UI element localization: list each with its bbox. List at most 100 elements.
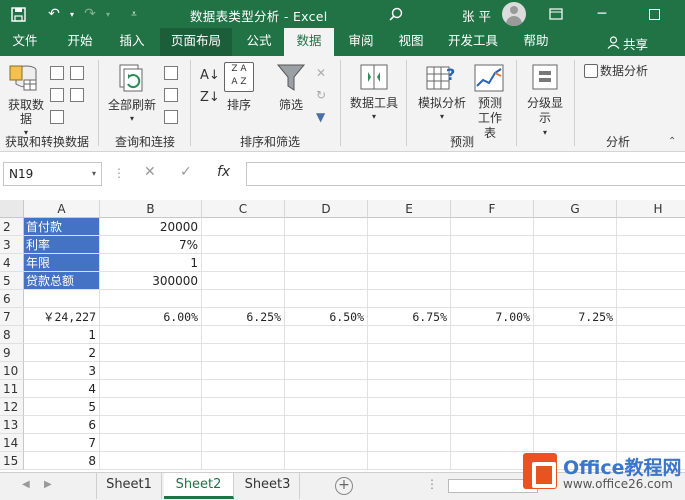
cell-d6[interactable] <box>285 290 368 308</box>
cell-d2[interactable] <box>285 218 368 236</box>
existing-connections-icon[interactable] <box>70 88 84 102</box>
whatif-analysis-icon[interactable]: ? <box>426 64 456 92</box>
cell-d15[interactable] <box>285 452 368 470</box>
select-all-corner[interactable] <box>0 200 24 218</box>
cell-d13[interactable] <box>285 416 368 434</box>
cell-g3[interactable] <box>534 236 617 254</box>
cell-c13[interactable] <box>202 416 285 434</box>
data-analysis-button[interactable]: 数据分析 <box>600 64 662 78</box>
row-header[interactable]: 11 <box>0 380 24 398</box>
cell-a10[interactable]: 3 <box>24 362 100 380</box>
tab-split-handle-icon[interactable]: ⋮ <box>426 477 438 491</box>
cell-a8[interactable]: 1 <box>24 326 100 344</box>
cell-b14[interactable] <box>100 434 202 452</box>
row-header[interactable]: 12 <box>0 398 24 416</box>
cell-f13[interactable] <box>451 416 534 434</box>
row-header[interactable]: 7 <box>0 308 24 326</box>
sheet-tab-sheet1[interactable]: Sheet1 <box>96 473 162 499</box>
sheet-tab-sheet3[interactable]: Sheet3 <box>236 473 300 499</box>
cell-e8[interactable] <box>368 326 451 344</box>
search-icon[interactable] <box>386 4 406 24</box>
cell-b2[interactable]: 20000 <box>100 218 202 236</box>
cell-a15[interactable]: 8 <box>24 452 100 470</box>
cell-d7[interactable]: 6.50% <box>285 308 368 326</box>
sheet-tab-sheet2[interactable]: Sheet2 <box>164 473 234 499</box>
cell-b4[interactable]: 1 <box>100 254 202 272</box>
from-table-icon[interactable] <box>50 110 64 124</box>
undo-icon[interactable]: ↶ <box>44 4 64 24</box>
cell-g14[interactable] <box>534 434 617 452</box>
cell-h7[interactable] <box>617 308 685 326</box>
cell-g5[interactable] <box>534 272 617 290</box>
cell-h10[interactable] <box>617 362 685 380</box>
cell-g9[interactable] <box>534 344 617 362</box>
cell-h14[interactable] <box>617 434 685 452</box>
tab-data[interactable]: 数据 <box>284 28 334 56</box>
cell-e14[interactable] <box>368 434 451 452</box>
cancel-icon[interactable]: ✕ <box>144 164 156 180</box>
cell-e6[interactable] <box>368 290 451 308</box>
column-header-e[interactable]: E <box>368 200 451 218</box>
tab-view[interactable]: 视图 <box>388 28 434 56</box>
forecast-sheet-icon[interactable] <box>474 64 504 92</box>
cell-h6[interactable] <box>617 290 685 308</box>
cell-f15[interactable] <box>451 452 534 470</box>
cell-c4[interactable] <box>202 254 285 272</box>
cell-h11[interactable] <box>617 380 685 398</box>
cell-c14[interactable] <box>202 434 285 452</box>
cell-h2[interactable] <box>617 218 685 236</box>
cell-e5[interactable] <box>368 272 451 290</box>
row-header[interactable]: 15 <box>0 452 24 470</box>
refresh-all-icon[interactable] <box>116 62 148 94</box>
cell-g2[interactable] <box>534 218 617 236</box>
get-data-icon[interactable] <box>8 62 40 94</box>
outline-button[interactable]: 分级显示 ▾ <box>524 96 566 140</box>
cell-b6[interactable] <box>100 290 202 308</box>
cell-e12[interactable] <box>368 398 451 416</box>
cell-f6[interactable] <box>451 290 534 308</box>
redo-icon[interactable]: ↷ <box>80 4 100 24</box>
row-header[interactable]: 9 <box>0 344 24 362</box>
cell-d5[interactable] <box>285 272 368 290</box>
cell-g8[interactable] <box>534 326 617 344</box>
row-header[interactable]: 10 <box>0 362 24 380</box>
minimize-icon[interactable]: ─ <box>592 4 612 24</box>
cell-d11[interactable] <box>285 380 368 398</box>
tab-developer[interactable]: 开发工具 <box>438 28 508 56</box>
cell-b8[interactable] <box>100 326 202 344</box>
row-header[interactable]: 14 <box>0 434 24 452</box>
cell-a14[interactable]: 7 <box>24 434 100 452</box>
cell-b3[interactable]: 7% <box>100 236 202 254</box>
cell-b7[interactable]: 6.00% <box>100 308 202 326</box>
row-header[interactable]: 13 <box>0 416 24 434</box>
cell-c11[interactable] <box>202 380 285 398</box>
queries-connections-icon[interactable] <box>164 66 178 80</box>
cell-h12[interactable] <box>617 398 685 416</box>
column-header-g[interactable]: G <box>534 200 617 218</box>
cell-f5[interactable] <box>451 272 534 290</box>
outline-icon[interactable] <box>532 64 558 90</box>
clear-filter-icon[interactable]: ✕ <box>316 66 330 80</box>
sort-icon[interactable]: Z AA Z <box>224 62 254 92</box>
cell-f4[interactable] <box>451 254 534 272</box>
column-header-c[interactable]: C <box>202 200 285 218</box>
cell-b13[interactable] <box>100 416 202 434</box>
cell-h9[interactable] <box>617 344 685 362</box>
tab-review[interactable]: 审阅 <box>338 28 384 56</box>
row-header[interactable]: 2 <box>0 218 24 236</box>
filter-button[interactable]: 筛选 <box>272 98 310 112</box>
cell-g11[interactable] <box>534 380 617 398</box>
cell-a4[interactable]: 年限 <box>24 254 100 272</box>
row-header[interactable]: 4 <box>0 254 24 272</box>
cell-h8[interactable] <box>617 326 685 344</box>
cell-c10[interactable] <box>202 362 285 380</box>
cell-g12[interactable] <box>534 398 617 416</box>
cell-h13[interactable] <box>617 416 685 434</box>
collapse-ribbon-icon[interactable]: ⌃ <box>668 136 676 147</box>
column-header-a[interactable]: A <box>24 200 100 218</box>
cell-h5[interactable] <box>617 272 685 290</box>
cell-a6[interactable] <box>24 290 100 308</box>
cell-d4[interactable] <box>285 254 368 272</box>
cell-g13[interactable] <box>534 416 617 434</box>
cell-c2[interactable] <box>202 218 285 236</box>
